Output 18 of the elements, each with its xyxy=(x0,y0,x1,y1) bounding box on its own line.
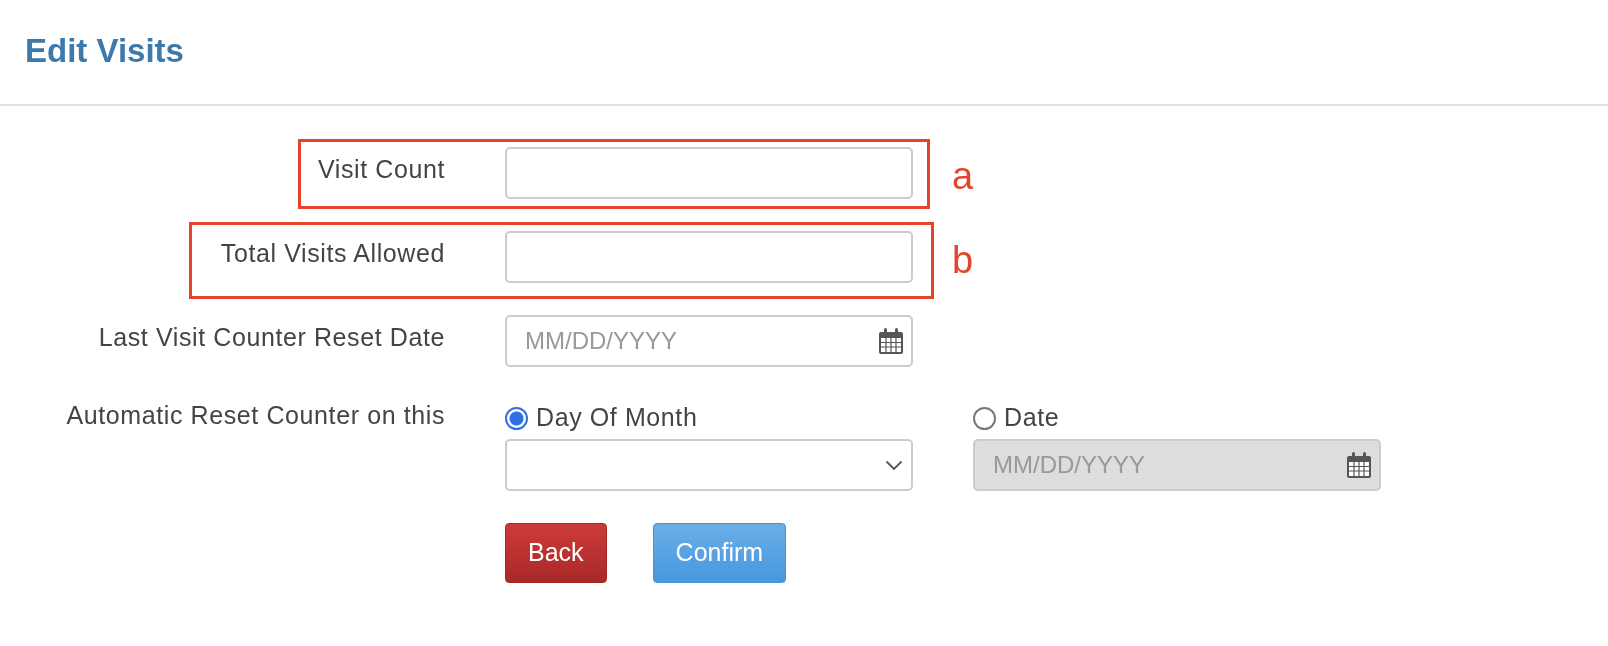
radio-label: Day Of Month xyxy=(536,402,698,434)
annotation-label: b xyxy=(952,241,974,279)
field-label: Visit Count xyxy=(317,154,445,185)
page-title: Edit Visits xyxy=(25,31,184,71)
field-label: Last Visit Counter Reset Date xyxy=(98,322,445,353)
date-field[interactable]: MM/DD/YYYY xyxy=(505,315,913,367)
field-label: Automatic Reset Counter on this xyxy=(66,400,445,431)
chevron-down-icon xyxy=(885,459,903,471)
back-button[interactable]: Back xyxy=(505,523,607,583)
annotation-label: a xyxy=(952,157,974,195)
calendar-icon[interactable] xyxy=(1346,451,1372,479)
field-label: Total Visits Allowed xyxy=(220,238,445,269)
radio-label: Date xyxy=(1004,402,1060,434)
radio-button[interactable] xyxy=(505,406,528,430)
select-field[interactable] xyxy=(505,439,913,491)
input-field[interactable] xyxy=(505,231,913,283)
calendar-icon[interactable] xyxy=(878,327,904,355)
input-field[interactable] xyxy=(505,147,913,199)
